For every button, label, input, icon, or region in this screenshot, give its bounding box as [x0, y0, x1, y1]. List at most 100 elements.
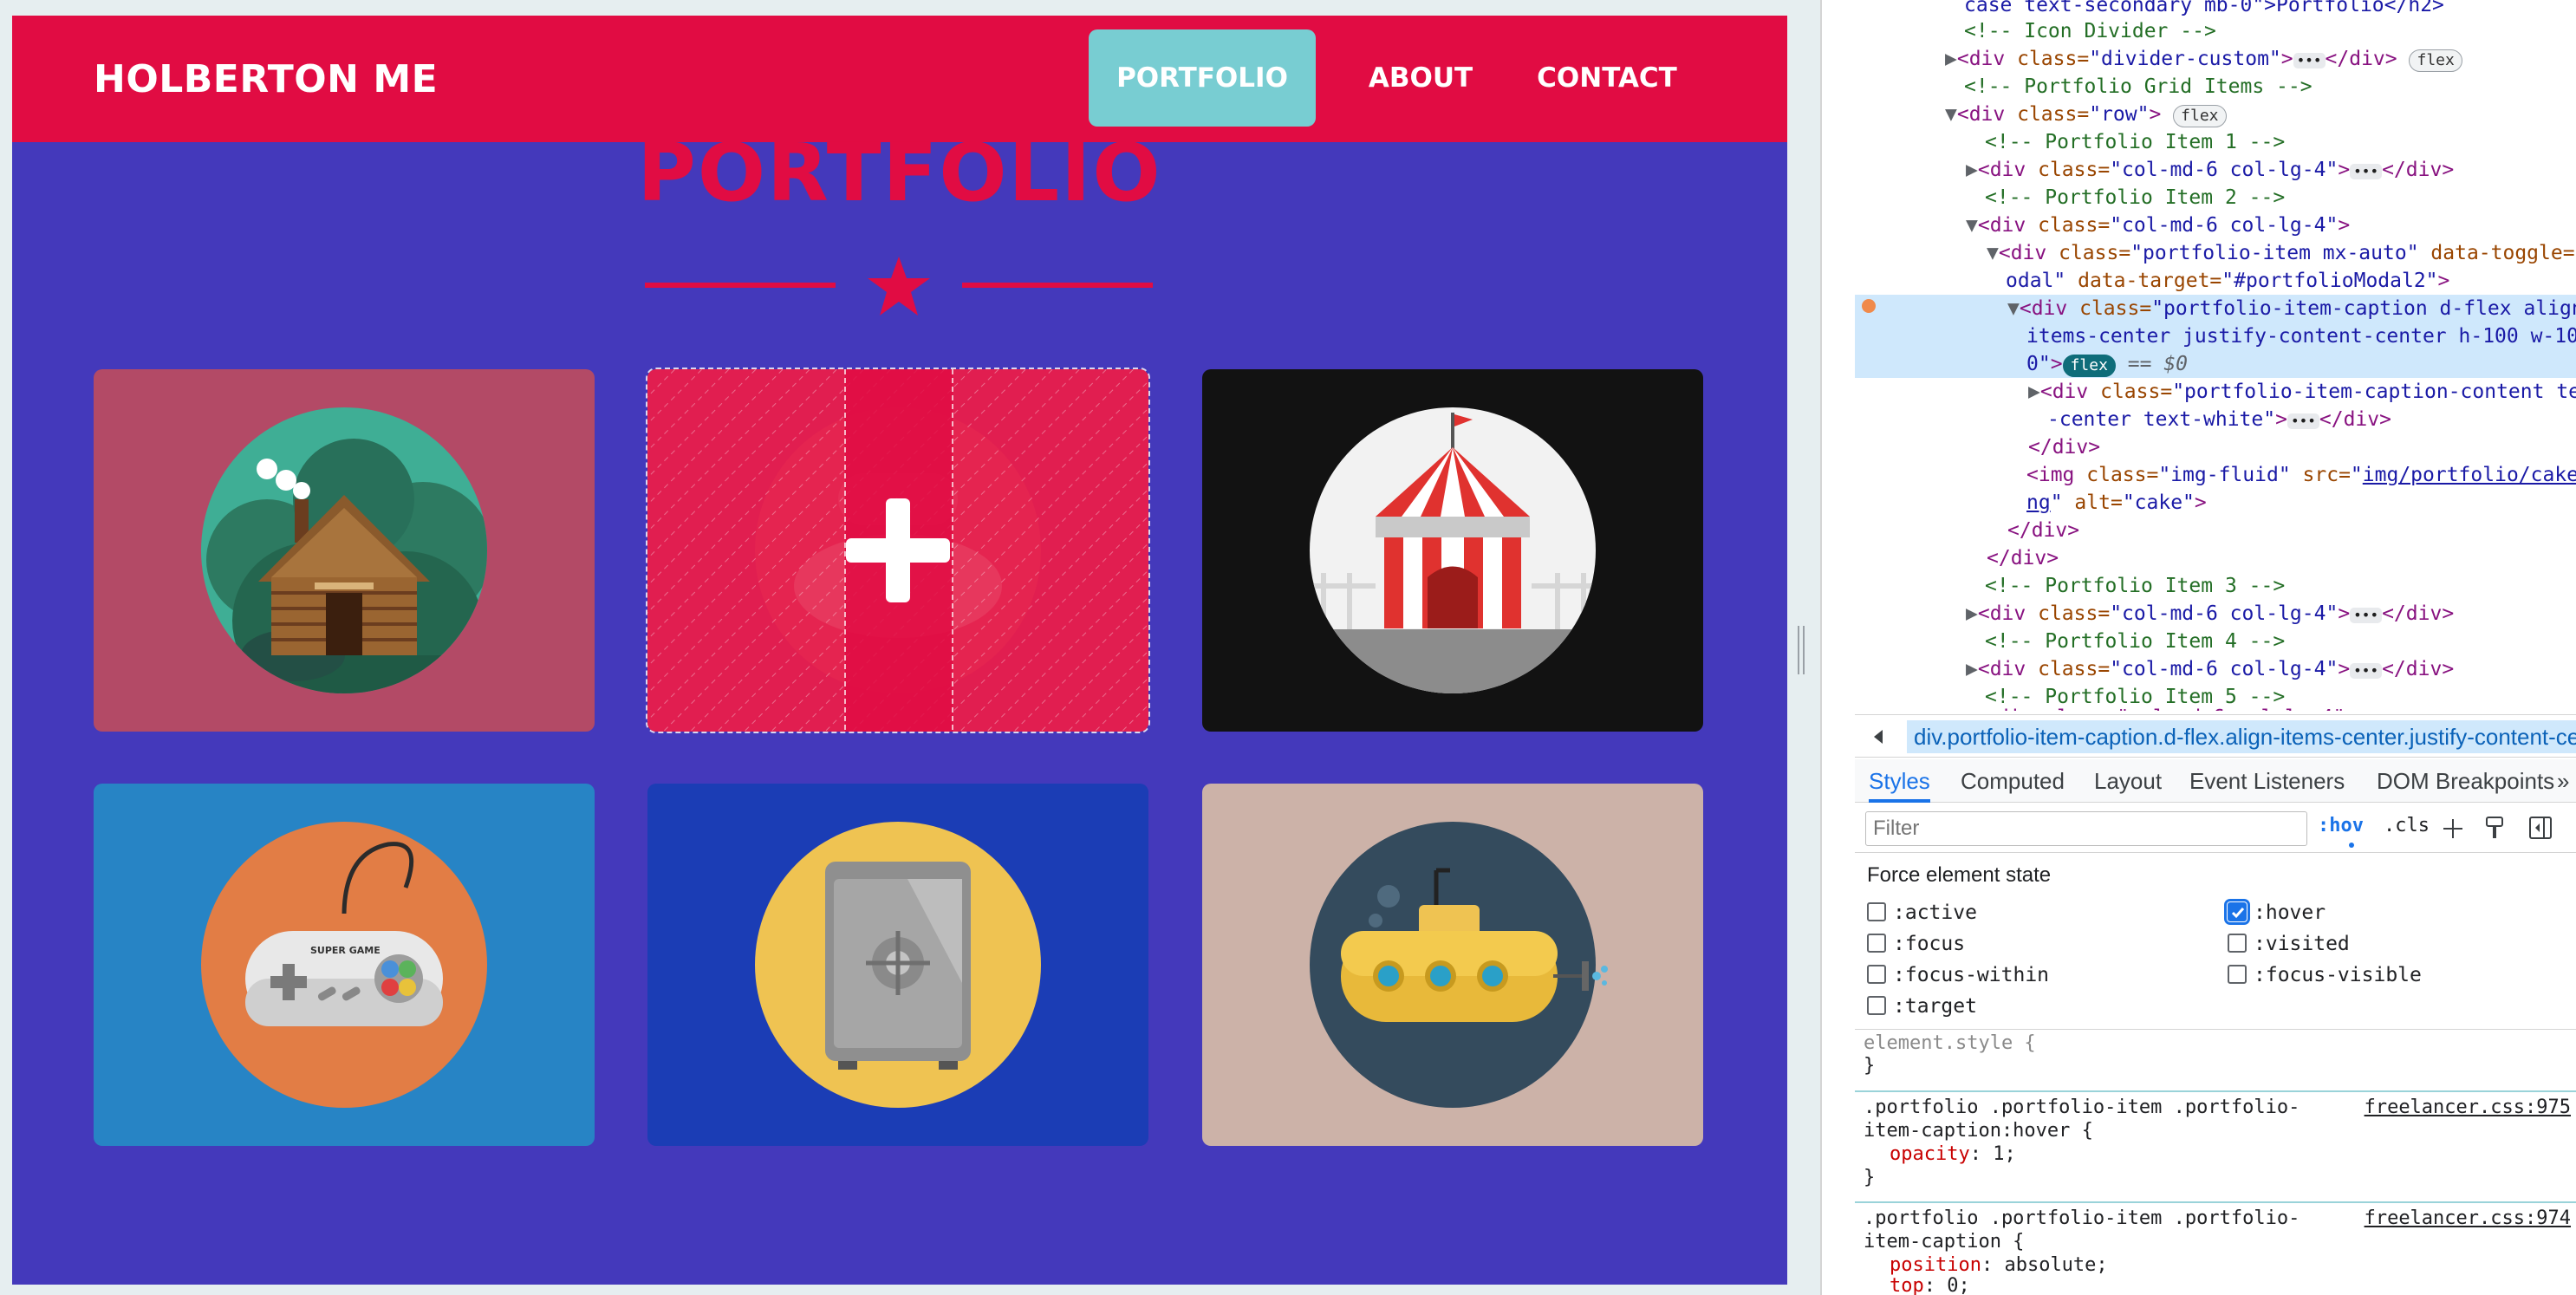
tab-styles[interactable]: Styles	[1869, 759, 1930, 803]
add-rule-icon[interactable]	[2441, 817, 2465, 841]
collapsed-dots[interactable]: •••	[2350, 164, 2383, 179]
flex-badge[interactable]: flex	[2062, 355, 2116, 377]
dom-line-row[interactable]: ▼<div class="row"> flex	[1945, 101, 2227, 128]
flex-badge[interactable]: flex	[2409, 49, 2462, 72]
dom-comment[interactable]: <!-- Portfolio Item 4 -->	[1985, 628, 2285, 655]
portfolio-item-cake[interactable]	[646, 368, 1150, 733]
rule-declaration[interactable]: top: 0;	[1890, 1274, 1970, 1295]
tab-dom-breakpoints[interactable]: DOM Breakpoints	[2377, 759, 2554, 803]
dom-line-item2[interactable]: ▼<div class="col-md-6 col-lg-4">	[1966, 211, 2350, 239]
img-src-link[interactable]: img/portfolio/cake.p	[2363, 464, 2576, 486]
website-viewport: HOLBERTON ME PORTFOLIO ABOUT CONTACT POR…	[0, 0, 1820, 1295]
checkbox-icon[interactable]	[1867, 995, 1886, 1015]
collapsed-dots[interactable]: •••	[2350, 608, 2383, 623]
portfolio-item-safe[interactable]	[647, 784, 1148, 1146]
img-src-link[interactable]: ng	[2026, 491, 2051, 514]
expand-toggle-icon[interactable]: ▶	[1945, 48, 1957, 70]
state-focus-checkbox[interactable]: :focus	[1867, 931, 1965, 957]
dom-close-tag[interactable]: </div>	[2028, 433, 2100, 461]
dom-close-tag[interactable]: </div>	[1987, 544, 2059, 572]
dom-line-selected[interactable]: ▼<div class="portfolio-item-caption d-fl…	[2007, 295, 2576, 322]
panel-resize-handle[interactable]	[1796, 626, 1806, 674]
dom-comment[interactable]: <!-- Portfolio Item 3 -->	[1985, 572, 2285, 600]
dom-line-item4[interactable]: ▶<div class="col-md-6 col-lg-4"> ••• </div…	[1966, 655, 2454, 683]
hov-toggle-button[interactable]: :hov	[2318, 815, 2364, 836]
element-style-selector[interactable]: element.style {	[1864, 1031, 2036, 1056]
rule-selector[interactable]: .portfolio .portfolio-item .portfolio-	[1864, 1207, 2300, 1231]
portfolio-item-game[interactable]: SUPER GAME	[94, 784, 595, 1146]
toggle-sidebar-icon[interactable]	[2527, 815, 2553, 841]
state-focus-within-checkbox[interactable]: :focus-within	[1867, 962, 2049, 988]
tab-computed[interactable]: Computed	[1961, 759, 2065, 803]
checkbox-icon[interactable]	[2228, 964, 2247, 984]
rule-declaration[interactable]: opacity: 1;	[1890, 1142, 2016, 1167]
dom-line-wrap[interactable]: odal" data-target="#portfolioModal2">	[2006, 267, 2449, 295]
checkbox-icon[interactable]	[1867, 964, 1886, 984]
flex-badge[interactable]: flex	[2173, 105, 2227, 127]
state-active-checkbox[interactable]: :active	[1867, 900, 1977, 926]
dom-line-item1[interactable]: ▶<div class="col-md-6 col-lg-4"> ••• </div…	[1966, 156, 2454, 184]
dom-comment[interactable]: <!-- Icon Divider -->	[1964, 17, 2216, 45]
portfolio-item-submarine[interactable]	[1202, 784, 1703, 1146]
rule-selector[interactable]: .portfolio .portfolio-item .portfolio-	[1864, 1096, 2300, 1120]
breadcrumb-item[interactable]: div.portfolio-item-caption.d-flex.align-…	[1907, 720, 2576, 753]
dom-line-wrap[interactable]: ng" alt="cake">	[2026, 489, 2207, 517]
collapse-toggle-icon[interactable]: ▼	[2007, 297, 2020, 320]
collapse-toggle-icon[interactable]: ▼	[1945, 103, 1957, 126]
nav-link-contact[interactable]: CONTACT	[1520, 29, 1694, 127]
chevron-left-icon[interactable]	[1869, 727, 1888, 746]
dom-attr: src=	[2302, 464, 2351, 486]
dom-close-tag[interactable]: </div>	[2007, 517, 2079, 544]
dom-line-item3[interactable]: ▶<div class="col-md-6 col-lg-4"> ••• </div…	[1966, 600, 2454, 628]
paint-brush-icon[interactable]	[2482, 815, 2507, 841]
nav-link-portfolio[interactable]: PORTFOLIO	[1089, 29, 1316, 127]
state-hover-checkbox[interactable]: :hover	[2224, 898, 2326, 926]
cls-toggle-button[interactable]: .cls	[2384, 815, 2430, 836]
rule-selector[interactable]: item-caption {	[1864, 1230, 2024, 1254]
rule-source-link[interactable]: freelancer.css:974	[2365, 1207, 2571, 1231]
collapsed-dots[interactable]: •••	[2287, 413, 2319, 429]
dom-line-img[interactable]: <img class="img-fluid" src="img/portfoli…	[2026, 461, 2576, 489]
collapse-toggle-icon[interactable]: ▼	[1966, 214, 1978, 237]
collapse-toggle-icon[interactable]: ▼	[1987, 242, 1999, 264]
expand-toggle-icon[interactable]: ▶	[1966, 159, 1978, 181]
checkbox-checked-icon[interactable]	[2224, 898, 2250, 925]
tab-event-listeners[interactable]: Event Listeners	[2189, 759, 2345, 803]
dom-comment[interactable]: <!-- Portfolio Item 1 -->	[1985, 128, 2285, 156]
dom-tree: case text-secondary mb-0">Portfolio</h2>…	[1855, 0, 2576, 711]
portfolio-item-circus[interactable]	[1202, 369, 1703, 732]
dom-line-wrap[interactable]: -center text-white"> ••• </div>	[2047, 406, 2391, 433]
dom-line[interactable]: case text-secondary mb-0">Portfolio</h2>	[1964, 0, 2444, 19]
checkbox-icon[interactable]	[1867, 933, 1886, 953]
dom-line-divider[interactable]: ▶<div class="divider-custom"> ••• </div> f…	[1945, 45, 2462, 73]
state-label: :hover	[2254, 901, 2326, 924]
styles-filter-input[interactable]	[1865, 811, 2307, 846]
dom-line-wrap[interactable]: 0"> flex == $0	[2026, 350, 2188, 378]
state-focus-visible-checkbox[interactable]: :focus-visible	[2228, 962, 2422, 988]
tab-layout[interactable]: Layout	[2094, 759, 2162, 803]
nav-link-about[interactable]: ABOUT	[1347, 29, 1494, 127]
dom-line-portfolio-item[interactable]: ▼<div class="portfolio-item mx-auto" dat…	[1987, 239, 2576, 267]
dom-close-tag: </div>	[2382, 658, 2455, 680]
collapsed-dots[interactable]: •••	[2350, 663, 2383, 679]
more-tabs-button[interactable]: »	[2557, 759, 2569, 803]
dom-attr: data-toggle=	[2430, 242, 2575, 264]
brand-logo-link[interactable]: HOLBERTON ME	[94, 57, 438, 101]
css-value: : absolute;	[1981, 1254, 2108, 1276]
dom-comment[interactable]: <!-- Portfolio Item 2 -->	[1985, 184, 2285, 211]
dom-line-wrap[interactable]: items-center justify-content-center h-10…	[2026, 322, 2576, 350]
state-visited-checkbox[interactable]: :visited	[2228, 931, 2350, 957]
portfolio-item-cabin[interactable]	[94, 369, 595, 732]
checkbox-icon[interactable]	[1867, 901, 1886, 921]
collapsed-dots[interactable]: •••	[2293, 53, 2326, 68]
checkbox-icon[interactable]	[2228, 933, 2247, 953]
dom-comment[interactable]: <!-- Portfolio Grid Items -->	[1964, 73, 2313, 101]
expand-toggle-icon[interactable]: ▶	[2028, 381, 2040, 403]
dom-line-item5[interactable]: <div class="col-md-6 col-lg-4">	[1985, 704, 2357, 711]
expand-toggle-icon[interactable]: ▶	[1966, 658, 1978, 680]
state-target-checkbox[interactable]: :target	[1867, 993, 1977, 1019]
expand-toggle-icon[interactable]: ▶	[1966, 602, 1978, 625]
rule-source-link[interactable]: freelancer.css:975	[2365, 1096, 2571, 1120]
dom-line-caption-content[interactable]: ▶<div class="portfolio-item-caption-cont…	[2028, 378, 2576, 406]
rule-selector[interactable]: item-caption:hover {	[1864, 1119, 2093, 1143]
